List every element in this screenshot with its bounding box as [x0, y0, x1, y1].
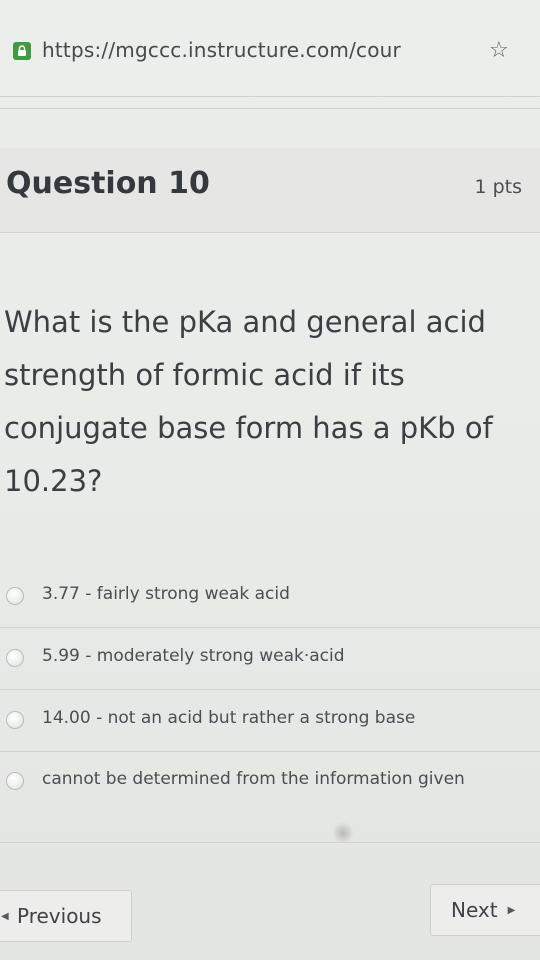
answer-option[interactable]: cannot be determined from the informatio… — [0, 752, 540, 812]
divider — [0, 842, 540, 843]
question-points: 1 pts — [474, 176, 522, 198]
answer-option[interactable]: 5.99 - moderately strong weak·acid — [0, 628, 540, 688]
answer-option[interactable]: 3.77 - fairly strong weak acid — [0, 566, 540, 626]
url-text[interactable]: https://mgccc.instructure.com/cour — [42, 38, 401, 62]
question-text: What is the pKa and general acid strengt… — [4, 305, 493, 498]
radio-button[interactable] — [6, 772, 24, 790]
next-button[interactable]: Next ▶ — [430, 884, 540, 936]
answer-label[interactable]: cannot be determined from the informatio… — [42, 769, 465, 789]
answer-option[interactable]: 14.00 - not an acid but rather a strong … — [0, 690, 540, 750]
question-title: Question 10 — [6, 166, 210, 201]
previous-button[interactable]: ◀ Previous — [0, 890, 132, 942]
address-bar[interactable]: https://mgccc.instructure.com/cour ☆ — [0, 34, 540, 86]
answer-label[interactable]: 14.00 - not an acid but rather a strong … — [42, 708, 415, 728]
page: https://mgccc.instructure.com/cour ☆ Que… — [0, 0, 540, 960]
radio-button[interactable] — [6, 711, 24, 729]
divider — [0, 232, 540, 233]
divider — [0, 96, 540, 97]
question-header: Question 10 1 pts — [0, 148, 540, 232]
previous-label: Previous — [17, 904, 102, 928]
radio-button[interactable] — [6, 649, 24, 667]
screen-smudge — [332, 822, 354, 844]
caret-left-icon: ◀ — [1, 910, 9, 922]
caret-right-icon: ▶ — [507, 904, 516, 916]
answer-label[interactable]: 5.99 - moderately strong weak·acid — [42, 646, 345, 666]
radio-button[interactable] — [6, 587, 24, 605]
next-label: Next — [451, 898, 498, 922]
star-icon[interactable]: ☆ — [489, 38, 509, 63]
divider — [0, 108, 540, 109]
lock-icon — [13, 42, 31, 60]
answer-label[interactable]: 3.77 - fairly strong weak acid — [42, 584, 290, 604]
